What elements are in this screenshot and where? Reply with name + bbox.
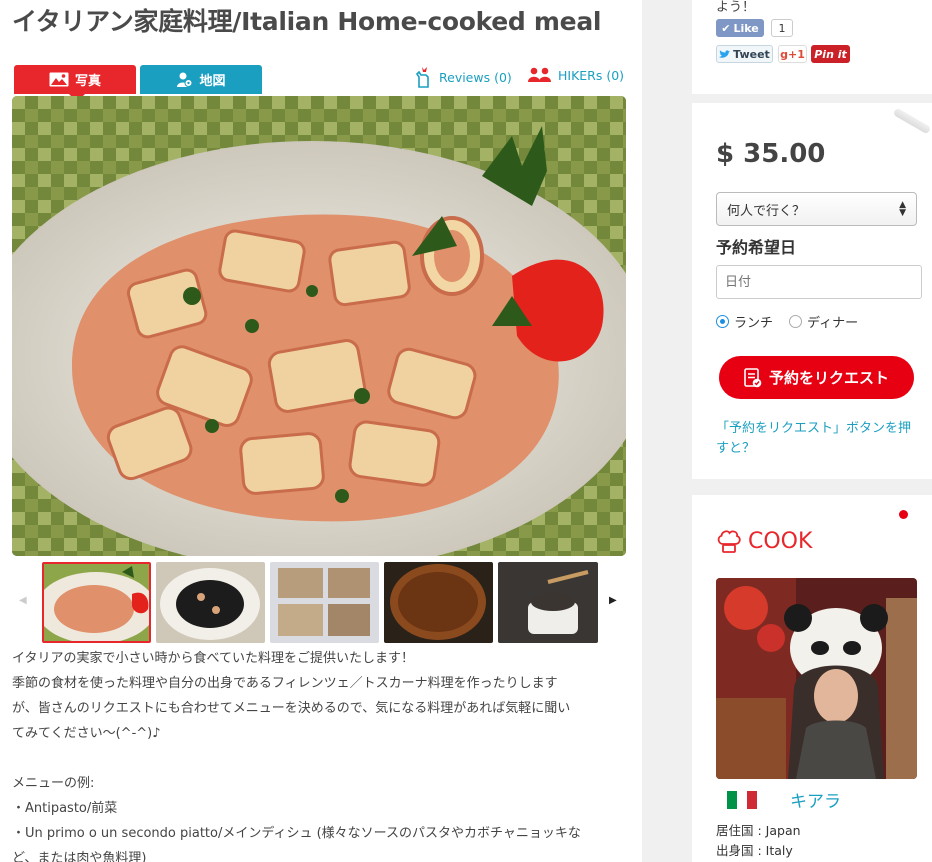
chef-hat-icon xyxy=(717,529,741,553)
facebook-like-button[interactable]: ✔ Like xyxy=(716,19,764,37)
reviews-label: Reviews (0) xyxy=(439,69,512,85)
cook-residence: 居住国 : Japan xyxy=(716,823,801,838)
thumbnail-strip: ◀ ▶ xyxy=(12,561,626,643)
twitter-bird-icon xyxy=(719,49,731,58)
cook-name[interactable]: キアラ xyxy=(790,787,841,812)
people-icon xyxy=(528,67,551,82)
radio-dinner-label: ディナー xyxy=(807,316,859,331)
description-line: メニューの例: xyxy=(12,776,95,791)
radio-selected-icon xyxy=(716,315,729,328)
pasta-dish-image xyxy=(12,96,626,556)
pushpin-icon xyxy=(899,510,908,519)
radio-lunch-label: ランチ xyxy=(734,316,774,331)
thumbnail-2-image xyxy=(156,562,265,643)
description-line: が、皆さんのリクエストにも合わせてメニューを決めるので、気になる料理があれば気軽… xyxy=(12,701,571,716)
arrow-right-icon[interactable]: ▶ xyxy=(609,595,617,606)
radio-dinner[interactable]: ディナー xyxy=(789,312,858,331)
cook-avatar[interactable] xyxy=(716,578,917,779)
page-title: イタリアン家庭料理/Italian Home-cooked meal xyxy=(12,7,602,36)
main-photo[interactable] xyxy=(12,96,626,556)
select-arrows-icon: ▲ ▼ xyxy=(899,200,906,218)
tab-photo[interactable]: 写真 xyxy=(14,65,136,102)
description-line: イタリアの実家で小さい時から食べていた料理をご提供いたします！ xyxy=(12,651,414,666)
like-label: Like xyxy=(733,21,759,35)
date-heading: 予約希望日 xyxy=(716,238,797,257)
thumbnail-3-image xyxy=(270,562,379,643)
listing-panel: イタリアン家庭料理/Italian Home-cooked meal 写真 地図… xyxy=(0,0,642,862)
thumbnail-5-image xyxy=(498,562,598,643)
radio-unselected-icon xyxy=(789,315,802,328)
like-count: 1 xyxy=(771,19,793,37)
reviews-link[interactable]: Reviews (0) xyxy=(414,66,512,88)
map-pin-icon xyxy=(177,72,193,87)
thumbnail-4-image xyxy=(384,562,493,643)
description-line: ど、または肉や魚料理) xyxy=(12,851,147,862)
thumbnail-1[interactable] xyxy=(42,562,151,643)
request-booking-label: 予約をリクエスト xyxy=(768,369,889,387)
hikers-link[interactable]: HIKERs (0) xyxy=(528,66,624,84)
social-share-panel: よう！ ✔ Like 1 Tweet g+1 Pin it xyxy=(692,0,932,94)
cook-portrait-image xyxy=(716,578,917,779)
checkmark-icon: ✔ xyxy=(721,21,731,35)
tweet-label: Tweet xyxy=(733,47,770,61)
reviews-icon xyxy=(415,67,429,88)
request-form-icon xyxy=(744,367,762,387)
arrow-left-icon[interactable]: ◀ xyxy=(19,595,27,606)
tab-map-label: 地図 xyxy=(199,74,226,89)
date-input[interactable] xyxy=(716,265,922,299)
thumbnail-3[interactable] xyxy=(270,562,379,643)
thumbnail-5[interactable] xyxy=(498,562,598,643)
page: { "title": "イタリアン家庭料理/Italian Home-cooke… xyxy=(0,0,932,862)
italy-flag-icon xyxy=(727,791,757,809)
people-select[interactable]: 何人で行く？ ▲ ▼ xyxy=(716,192,917,226)
price: $ 35.00 xyxy=(716,139,826,169)
description-line: 季節の食材を使った料理や自分の出身であるフィレンツェ／トスカーナ料理を作ったりし… xyxy=(12,676,558,691)
google-plus-button[interactable]: g+1 xyxy=(778,45,807,63)
tweet-button[interactable]: Tweet xyxy=(716,45,773,63)
thumbnail-2[interactable] xyxy=(156,562,265,643)
image-icon xyxy=(49,72,69,87)
cook-origin: 出身国 : Italy xyxy=(716,843,793,858)
description-line xyxy=(12,746,632,771)
thumbnail-1-image xyxy=(44,564,149,641)
thumbnail-4[interactable] xyxy=(384,562,493,643)
description-line: ・Un primo o un secondo piatto/メインディシュ (様… xyxy=(12,826,581,841)
hikers-label: HIKERs (0) xyxy=(558,67,625,83)
cook-heading: COOK xyxy=(716,529,812,554)
people-select-value: 何人で行く？ xyxy=(727,203,806,219)
request-booking-button[interactable]: 予約をリクエスト xyxy=(719,356,914,399)
tab-map[interactable]: 地図 xyxy=(140,65,262,94)
tab-photo-label: 写真 xyxy=(74,74,101,89)
social-share-text: よう！ xyxy=(716,0,756,15)
request-help-link[interactable]: 「予約をリクエスト」ボタンを押すと？ xyxy=(716,419,922,459)
booking-panel: $ 35.00 何人で行く？ ▲▼ 予約希望日 ランチ ディナー 予約をリクエス… xyxy=(692,103,932,479)
pinterest-button[interactable]: Pin it xyxy=(811,45,850,63)
cook-heading-label: COOK xyxy=(748,529,813,554)
pushpin-icon xyxy=(892,107,932,135)
description-line: ・Antipasto/前菜 xyxy=(12,801,118,816)
description: イタリアの実家で小さい時から食べていた料理をご提供いたします！ 季節の食材を使っ… xyxy=(12,646,632,862)
description-line: てみてください〜(^-^)♪ xyxy=(12,726,161,741)
cook-panel: COOK キアラ 居住国 : Japan 出身国: Italy xyxy=(692,495,932,862)
radio-lunch[interactable]: ランチ xyxy=(716,312,773,331)
